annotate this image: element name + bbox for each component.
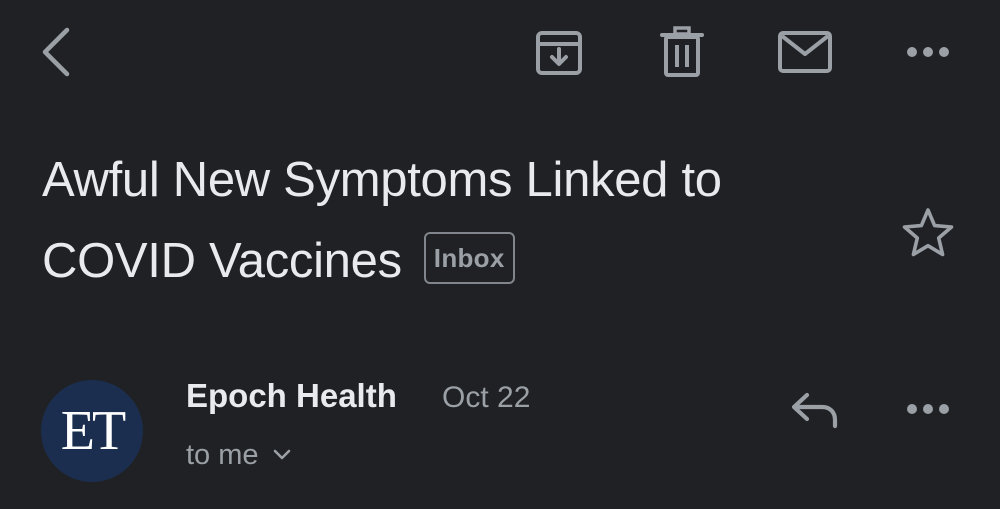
- delete-button[interactable]: [652, 22, 712, 82]
- mark-unread-button[interactable]: [774, 22, 836, 82]
- more-options-button[interactable]: [898, 32, 958, 72]
- mail-icon: [778, 31, 832, 73]
- chevron-down-icon: [273, 449, 290, 460]
- star-button[interactable]: [896, 202, 960, 262]
- email-subject: Awful New Symptoms Linked to COVID Vacci…: [42, 140, 872, 302]
- archive-button[interactable]: [528, 22, 590, 82]
- more-horizontal-icon: [907, 47, 949, 57]
- arrow-left-icon: [42, 27, 70, 77]
- recipient-details-toggle[interactable]: to me: [186, 433, 291, 477]
- message-more-options-button[interactable]: [898, 389, 958, 429]
- message-date: Oct 22: [442, 381, 531, 414]
- avatar-initials: ET: [60, 400, 126, 462]
- inbox-label-chip[interactable]: Inbox: [423, 232, 515, 285]
- recipient-text: to me: [186, 439, 259, 471]
- trash-icon: [660, 26, 704, 77]
- star-outline-icon: [902, 208, 954, 257]
- sender-avatar[interactable]: ET: [41, 380, 143, 482]
- reply-icon: [791, 392, 838, 429]
- sender-name[interactable]: Epoch Health: [186, 374, 397, 418]
- reply-button[interactable]: [784, 384, 846, 436]
- archive-icon: [536, 31, 582, 75]
- subject-text: Awful New Symptoms Linked to COVID Vacci…: [42, 153, 722, 288]
- back-button[interactable]: [28, 20, 84, 84]
- more-horizontal-icon: [907, 404, 949, 414]
